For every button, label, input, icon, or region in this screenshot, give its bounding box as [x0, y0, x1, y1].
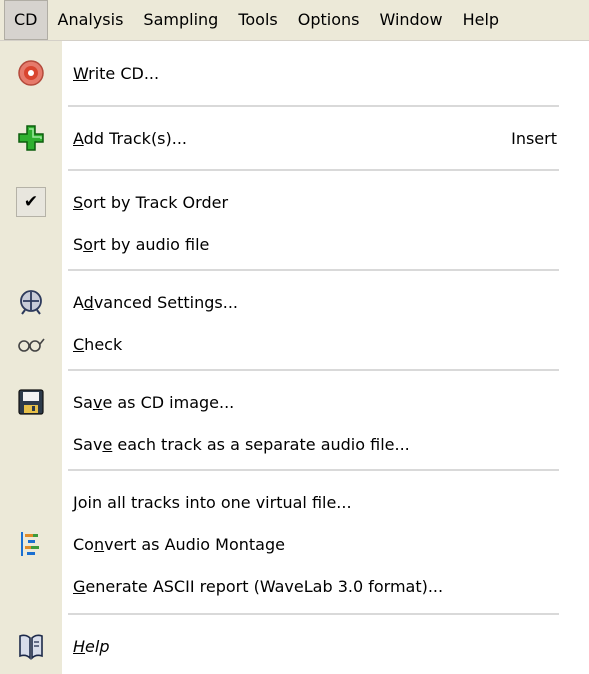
label-text: A — [73, 292, 84, 312]
menu-item-save-as-cd-image[interactable]: Save as CD image... — [0, 382, 589, 422]
mnemonic-letter: H — [73, 636, 86, 656]
label-text: Sav — [73, 434, 103, 454]
label-text: enerate ASCII report (WaveLab 3.0 format… — [85, 576, 444, 596]
menu-separator — [68, 105, 559, 107]
menu-item-save-each-track[interactable]: Save each track as a separate audio file… — [0, 424, 589, 464]
label-text: vanced Settings... — [93, 292, 239, 312]
mnemonic-letter: A — [73, 128, 84, 148]
label-text: rite CD... — [88, 63, 160, 83]
label-text: S — [73, 234, 84, 254]
glasses-icon — [0, 324, 62, 364]
menu-item-label: Sort by Track Order — [73, 193, 228, 212]
label-text: e as CD image... — [102, 392, 235, 412]
label-text: rt by audio file — [92, 234, 210, 254]
menu-separator — [68, 369, 559, 371]
menu-item-sort-by-track-order[interactable]: ✔ Sort by Track Order — [0, 182, 589, 222]
menu-separator — [68, 469, 559, 471]
mnemonic-letter: W — [73, 63, 89, 83]
add-track-icon — [0, 118, 62, 158]
label-text: each track as a separate audio file... — [112, 434, 410, 454]
menu-item-label: Write CD... — [73, 64, 159, 83]
menubar-options[interactable]: Options — [288, 0, 370, 40]
menu-item-label: Add Track(s)... — [73, 129, 187, 148]
menu-item-advanced-settings[interactable]: Advanced Settings... — [0, 282, 589, 322]
menubar-help[interactable]: Help — [453, 0, 509, 40]
label-text: Co — [73, 534, 94, 554]
menu-item-convert-audio-montage[interactable]: Convert as Audio Montage — [0, 524, 589, 564]
menu-item-label: Convert as Audio Montage — [73, 535, 285, 554]
help-book-icon — [0, 626, 62, 666]
checkmark-icon: ✔ — [16, 187, 46, 217]
menubar-window[interactable]: Window — [369, 0, 452, 40]
advanced-settings-icon — [0, 282, 62, 322]
label-text: dd Track(s)... — [83, 128, 188, 148]
label-text: ort by Track Order — [83, 192, 229, 212]
menu-item-label: Save each track as a separate audio file… — [73, 435, 410, 454]
menu-item-label: Sort by audio file — [73, 235, 209, 254]
menubar-tools[interactable]: Tools — [228, 0, 287, 40]
mnemonic-letter: e — [102, 434, 113, 454]
label-text: oin all tracks into one virtual file... — [77, 492, 352, 512]
menu-separator — [68, 269, 559, 271]
menu-item-write-cd[interactable]: Write CD... — [0, 53, 589, 93]
label-text: elp — [85, 636, 110, 656]
mnemonic-letter: C — [73, 334, 85, 354]
floppy-icon — [0, 382, 62, 422]
menu-item-label: Save as CD image... — [73, 393, 234, 412]
mnemonic-letter: G — [73, 576, 86, 596]
label-text: vert as Audio Montage — [104, 534, 285, 554]
menu-item-label: Join all tracks into one virtual file... — [73, 493, 352, 512]
menu-item-label: Generate ASCII report (WaveLab 3.0 forma… — [73, 577, 443, 596]
menubar-analysis[interactable]: Analysis — [48, 0, 134, 40]
montage-icon — [0, 524, 62, 564]
mnemonic-letter: o — [83, 234, 93, 254]
label-text: heck — [84, 334, 123, 354]
menu-item-label: Advanced Settings... — [73, 293, 238, 312]
menu-item-join-all-tracks[interactable]: Join all tracks into one virtual file... — [0, 482, 589, 522]
menu-item-generate-ascii-report[interactable]: Generate ASCII report (WaveLab 3.0 forma… — [0, 566, 589, 606]
menu-separator — [68, 169, 559, 171]
menubar-sampling[interactable]: Sampling — [133, 0, 228, 40]
menubar: CD Analysis Sampling Tools Options Windo… — [0, 0, 589, 41]
menu-item-add-tracks[interactable]: Add Track(s)... Insert — [0, 118, 589, 158]
mnemonic-letter: n — [93, 534, 105, 554]
menu-item-label: Help — [73, 637, 109, 656]
mnemonic-letter: S — [73, 192, 84, 212]
menu-item-label: Check — [73, 335, 122, 354]
shortcut-insert: Insert — [511, 128, 557, 148]
menubar-cd[interactable]: CD — [4, 0, 48, 40]
menu-item-check[interactable]: Check — [0, 324, 589, 364]
label-text: Sa — [73, 392, 93, 412]
cd-menu: Write CD... Add Track(s)... Insert ✔ Sor… — [0, 41, 589, 674]
menu-item-help[interactable]: Help — [0, 626, 589, 666]
cd-icon — [0, 53, 62, 93]
mnemonic-letter: d — [83, 292, 94, 312]
menu-item-sort-by-audio-file[interactable]: Sort by audio file — [0, 224, 589, 264]
menu-separator — [68, 613, 559, 615]
